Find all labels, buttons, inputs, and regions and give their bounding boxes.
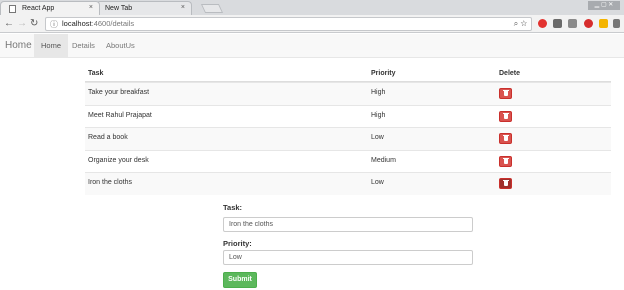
address-bar[interactable]: ⓘ localhost:4600/details ⌕ ☆: [45, 17, 532, 31]
browser-toolbar: ← → ↻ ⓘ localhost:4600/details ⌕ ☆: [0, 15, 624, 33]
url-path: :4600/details: [91, 19, 135, 28]
delete-button[interactable]: [499, 155, 512, 167]
forward-icon[interactable]: →: [17, 17, 27, 31]
zoom-icon[interactable]: ⌕: [514, 19, 518, 28]
priority-cell: Low: [371, 134, 384, 141]
tab-close-icon[interactable]: ×: [181, 4, 185, 11]
delete-button[interactable]: [499, 178, 512, 189]
task-table: Task Priority Delete Take your breakfast…: [85, 68, 611, 195]
table-row: Read a book Low: [85, 127, 611, 150]
header-priority: Priority: [371, 70, 396, 77]
tab-react-app[interactable]: React App ×: [0, 1, 100, 15]
reload-icon[interactable]: ↻: [30, 17, 38, 31]
url-host: localhost: [62, 19, 92, 28]
trash-icon-body: [504, 158, 508, 164]
header-task: Task: [88, 70, 104, 77]
delete-button[interactable]: [499, 110, 512, 122]
task-cell: Take your breakfast: [88, 89, 150, 96]
browser-tab-strip: React App × New Tab × ▁ ▢ ✕: [0, 0, 624, 15]
submit-button[interactable]: Submit: [223, 272, 257, 288]
opera-extension-icon[interactable]: [538, 19, 547, 28]
header-delete: Delete: [499, 70, 521, 77]
tab-label: New Tab: [105, 5, 133, 12]
task-label: Task:: [223, 203, 243, 212]
trash-icon-body: [504, 136, 508, 141]
tab-close-icon[interactable]: ×: [89, 4, 93, 11]
adblock-extension-icon[interactable]: [584, 19, 593, 28]
grey-extension-icon[interactable]: [568, 19, 577, 28]
new-tab-button[interactable]: [200, 4, 224, 13]
app-navbar: Home Home Details AboutUs: [0, 34, 624, 58]
delete-button[interactable]: [499, 88, 512, 99]
drive-extension-icon[interactable]: [599, 19, 608, 28]
omnibox-tools: ⌕ ☆: [514, 18, 527, 30]
task-input[interactable]: [223, 217, 473, 232]
page-icon: [9, 4, 16, 13]
window-controls[interactable]: ▁ ▢ ✕: [588, 1, 620, 10]
priority-cell: Low: [371, 179, 384, 186]
navbar-brand[interactable]: Home: [5, 40, 32, 51]
priority-cell: Medium: [371, 156, 396, 164]
priority-input[interactable]: [223, 250, 473, 265]
table-row: Iron the cloths Low: [85, 172, 611, 195]
task-cell: Read a book: [88, 134, 128, 141]
table-row: Take your breakfast High: [85, 82, 611, 105]
puzzle-extension-icon[interactable]: [553, 19, 562, 28]
back-icon[interactable]: ←: [4, 17, 14, 31]
info-icon[interactable]: ⓘ: [50, 19, 58, 31]
delete-button[interactable]: [499, 133, 512, 144]
tab-new-tab[interactable]: New Tab ×: [96, 1, 192, 15]
menu-icon[interactable]: [613, 19, 620, 28]
task-cell: Iron the cloths: [88, 179, 132, 186]
task-cell: Organize your desk: [88, 156, 149, 164]
priority-cell: High: [371, 89, 386, 96]
star-icon[interactable]: ☆: [520, 19, 527, 28]
trash-icon-body: [504, 181, 508, 186]
priority-label: Priority:: [223, 239, 252, 248]
trash-icon-body: [504, 91, 508, 96]
priority-cell: High: [371, 111, 386, 119]
nav-link-aboutus[interactable]: AboutUs: [99, 34, 142, 58]
trash-icon-body: [504, 113, 508, 119]
table-row: Organize your desk Medium: [85, 149, 611, 173]
tab-label: React App: [22, 5, 55, 12]
nav-link-details[interactable]: Details: [65, 34, 102, 58]
nav-link-home[interactable]: Home: [34, 34, 69, 58]
task-cell: Meet Rahul Prajapat: [88, 111, 152, 119]
table-header: Task Priority Delete: [85, 68, 611, 82]
table-row: Meet Rahul Prajapat High: [85, 104, 611, 128]
